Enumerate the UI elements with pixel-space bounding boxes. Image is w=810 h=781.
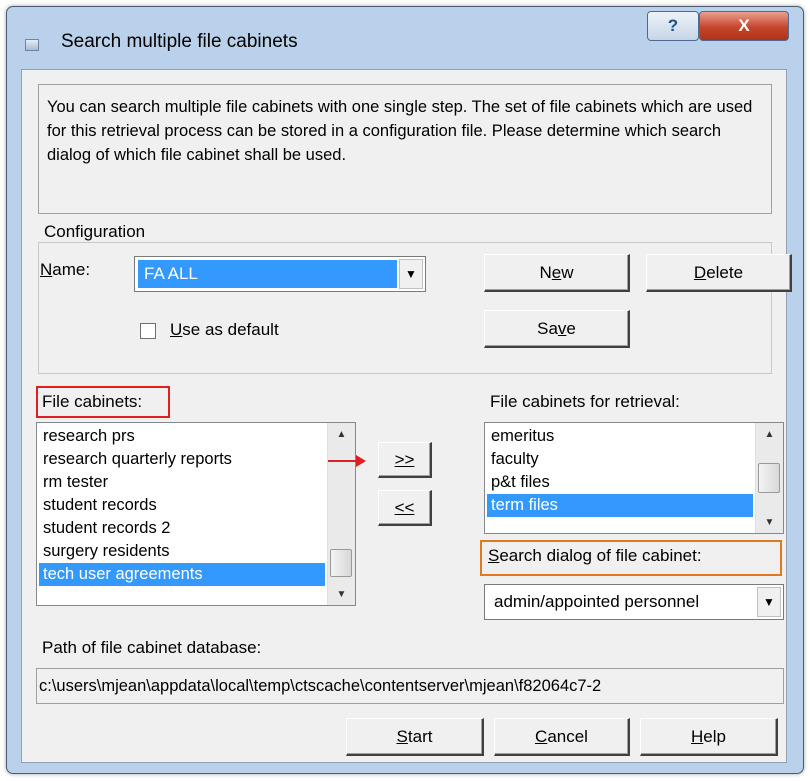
list-item[interactable]: surgery residents bbox=[39, 540, 325, 563]
list-item[interactable]: emeritus bbox=[487, 425, 753, 448]
use-as-default-label: Use as default bbox=[170, 320, 279, 339]
file-cabinets-listbox[interactable]: research prs research quarterly reports rm… bbox=[36, 422, 356, 606]
list-item[interactable]: research quarterly reports bbox=[39, 448, 325, 471]
list-item[interactable]: tech user agreements bbox=[39, 563, 325, 586]
search-dialog-combobox[interactable]: admin/appointed personnel ▼ bbox=[484, 584, 784, 620]
configuration-name-value: FA ALL bbox=[138, 260, 397, 288]
list-item[interactable]: faculty bbox=[487, 448, 753, 471]
start-button[interactable]: Start bbox=[346, 718, 484, 756]
scroll-down-icon[interactable]: ▼ bbox=[328, 583, 355, 605]
window-title: Search multiple file cabinets bbox=[61, 31, 298, 52]
retrieval-listbox[interactable]: emeritus faculty p&t files term files ▲ ▼ bbox=[484, 422, 784, 534]
save-button[interactable]: Sa v e bbox=[484, 310, 630, 348]
use-as-default-checkbox[interactable] bbox=[140, 323, 156, 339]
list-item[interactable]: student records bbox=[39, 494, 325, 517]
scroll-up-icon[interactable]: ▲ bbox=[756, 423, 783, 445]
title-bar[interactable]: Search multiple file cabinets ? X bbox=[7, 7, 803, 67]
description-text: You can search multiple file cabinets wi… bbox=[38, 84, 772, 214]
file-cabinets-scrollbar[interactable]: ▲ ▼ bbox=[327, 423, 355, 605]
scroll-thumb[interactable] bbox=[330, 549, 352, 577]
retrieval-items: emeritus faculty p&t files term files bbox=[487, 425, 753, 517]
delete-button[interactable]: Delete bbox=[646, 254, 792, 292]
search-dialog-label: Search dialog of file cabinet: bbox=[488, 546, 702, 565]
name-label: Name: bbox=[40, 260, 91, 279]
remove-cabinet-button[interactable]: << bbox=[378, 490, 432, 526]
dropdown-arrow-icon[interactable]: ▼ bbox=[399, 259, 423, 289]
list-item[interactable]: rm tester bbox=[39, 471, 325, 494]
search-dialog-value: admin/appointed personnel bbox=[494, 592, 700, 611]
list-item[interactable]: student records 2 bbox=[39, 517, 325, 540]
file-cabinets-items: research prs research quarterly reports rm… bbox=[39, 425, 325, 586]
list-item[interactable]: term files bbox=[487, 494, 753, 517]
configuration-name-combobox[interactable]: FA ALL ▼ bbox=[134, 256, 426, 292]
dialog-window: Search multiple file cabinets ? X You ca… bbox=[6, 6, 804, 774]
scroll-thumb[interactable] bbox=[758, 463, 780, 493]
file-cabinets-highlight bbox=[36, 386, 170, 418]
scroll-down-icon[interactable]: ▼ bbox=[756, 511, 783, 533]
red-arrow-icon bbox=[356, 455, 366, 467]
close-button[interactable]: X bbox=[699, 11, 789, 41]
path-label: Path of file cabinet database: bbox=[42, 638, 262, 657]
dialog-client-area: You can search multiple file cabinets wi… bbox=[21, 69, 792, 763]
window-icon bbox=[25, 39, 39, 51]
list-item[interactable]: research prs bbox=[39, 425, 325, 448]
cancel-button[interactable]: Cancel bbox=[494, 718, 630, 756]
path-field[interactable]: c:\users\mjean\appdata\local\temp\ctscac… bbox=[36, 668, 784, 704]
title-help-button[interactable]: ? bbox=[647, 11, 699, 41]
scroll-up-icon[interactable]: ▲ bbox=[328, 423, 355, 445]
configuration-group-label: Configuration bbox=[40, 222, 150, 242]
help-button[interactable]: Help bbox=[640, 718, 778, 756]
red-arrow-line bbox=[328, 460, 356, 462]
dropdown-arrow-icon[interactable]: ▼ bbox=[757, 587, 781, 617]
retrieval-label: File cabinets for retrieval: bbox=[490, 392, 680, 411]
add-cabinet-button[interactable]: >> bbox=[378, 442, 432, 478]
new-button[interactable]: New bbox=[484, 254, 630, 292]
list-item[interactable]: p&t files bbox=[487, 471, 753, 494]
retrieval-scrollbar[interactable]: ▲ ▼ bbox=[755, 423, 783, 533]
